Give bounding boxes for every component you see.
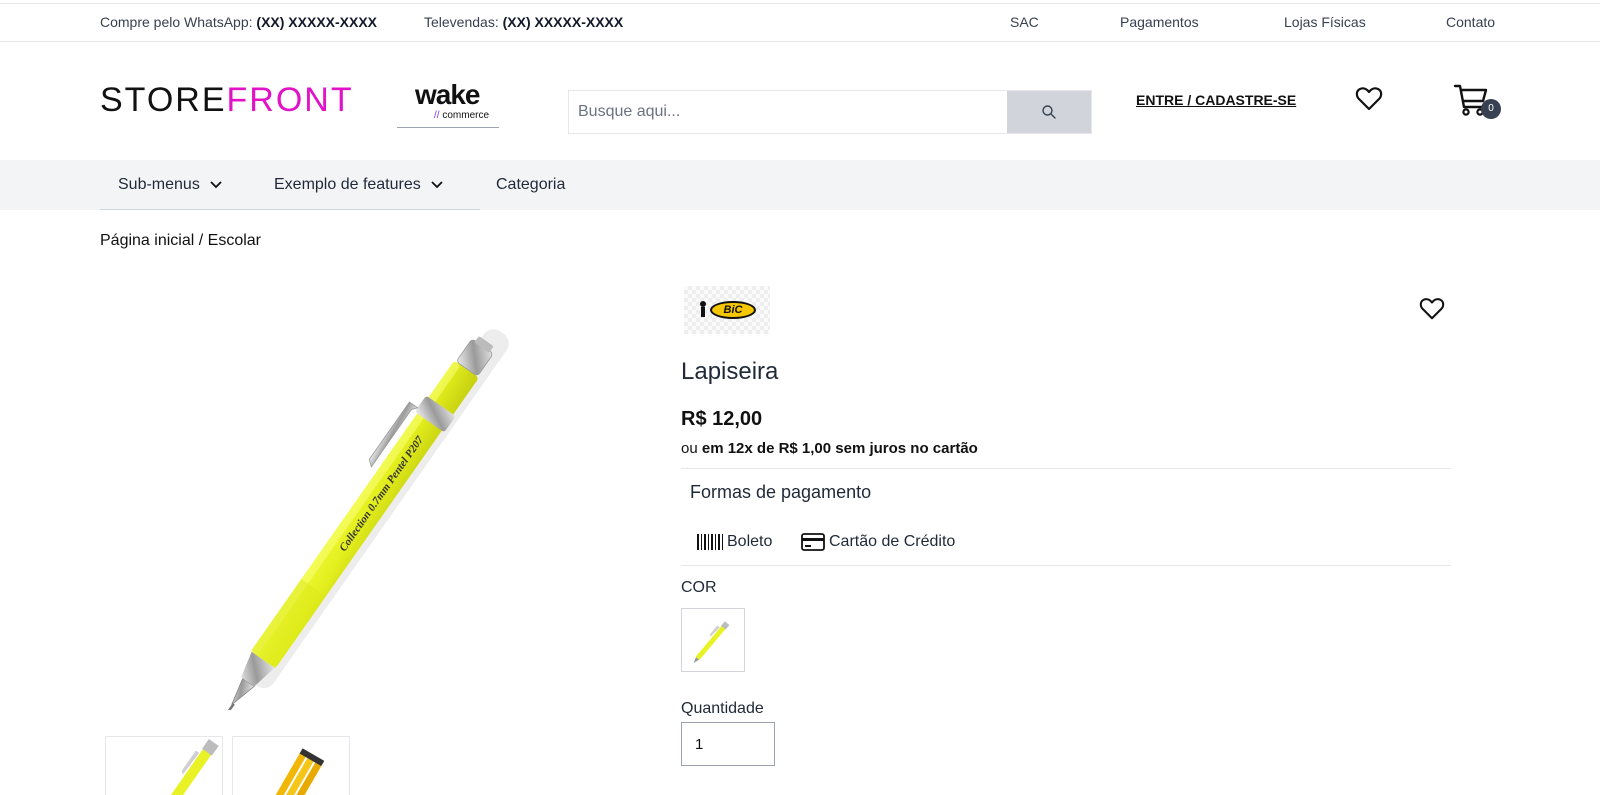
bic-boy-icon bbox=[700, 301, 706, 317]
wishlist-button[interactable] bbox=[1355, 86, 1383, 112]
search-icon bbox=[1042, 105, 1056, 119]
televendas-label: Televendas: bbox=[424, 14, 499, 30]
breadcrumb: Página inicial / Escolar bbox=[100, 232, 261, 250]
nav-item-sub-menus[interactable]: Sub-menus bbox=[118, 160, 222, 210]
product-favorite-button[interactable] bbox=[1419, 297, 1445, 321]
cart-button[interactable]: 0 bbox=[1453, 82, 1501, 119]
chevron-down-icon bbox=[431, 181, 443, 189]
breadcrumb-separator: / bbox=[198, 232, 204, 249]
top-link-sac[interactable]: SAC bbox=[1010, 4, 1039, 41]
logo-part-store: STORE bbox=[100, 81, 227, 119]
payment-method-label: Boleto bbox=[727, 533, 773, 550]
storefront-logo[interactable]: STOREFRONT bbox=[100, 82, 354, 118]
whatsapp-contact: Compre pelo WhatsApp: (XX) XXXXX-XXXX bbox=[100, 4, 377, 41]
search-bar bbox=[568, 90, 1092, 134]
nav-item-exemplo-de-features[interactable]: Exemplo de features bbox=[274, 160, 443, 210]
color-label: COR bbox=[681, 579, 717, 596]
bic-wordmark: BiC bbox=[710, 301, 756, 319]
nav-item-label: Sub-menus bbox=[118, 176, 200, 193]
payment-divider-top bbox=[681, 468, 1451, 469]
product-thumbnail-2[interactable] bbox=[232, 736, 350, 795]
color-swatch-yellow[interactable] bbox=[681, 608, 745, 672]
wake-commerce-logo: wake // commerce bbox=[397, 80, 499, 128]
installment-prefix: ou bbox=[681, 440, 698, 457]
product-installments: ou em 12x de R$ 1,00 sem juros no cartão bbox=[681, 440, 978, 457]
wake-logo-main: wake bbox=[415, 79, 480, 110]
whatsapp-label: Compre pelo WhatsApp: bbox=[100, 14, 253, 30]
breadcrumb-current: Escolar bbox=[207, 232, 261, 249]
breadcrumb-home[interactable]: Página inicial bbox=[100, 232, 194, 249]
brand-logo-bic[interactable]: BiC bbox=[684, 286, 770, 334]
televendas-contact: Televendas: (XX) XXXXX-XXXX bbox=[424, 4, 623, 41]
nav-underline bbox=[100, 209, 480, 210]
nav-item-label: Exemplo de features bbox=[274, 176, 421, 193]
header: STOREFRONT wake // commerce ENTRE / CADA… bbox=[0, 42, 1600, 160]
heart-icon bbox=[1419, 298, 1445, 320]
payment-methods-title: Formas de pagamento bbox=[690, 482, 872, 502]
whatsapp-number[interactable]: (XX) XXXXX-XXXX bbox=[256, 14, 377, 30]
installment-text: em 12x de R$ 1,00 sem juros no cartão bbox=[701, 440, 978, 457]
logo-part-front: FRONT bbox=[226, 81, 354, 119]
barcode-icon bbox=[697, 534, 723, 550]
swatch-pencil-image bbox=[693, 621, 730, 663]
payment-method-cartao: Cartão de Crédito bbox=[801, 532, 955, 552]
payment-divider-bottom bbox=[681, 565, 1451, 566]
top-bar: Compre pelo WhatsApp: (XX) XXXXX-XXXX Te… bbox=[0, 3, 1600, 42]
product-title: Lapiseira bbox=[681, 358, 779, 385]
nav-item-categoria[interactable]: Categoria bbox=[496, 160, 565, 210]
product-main-image[interactable]: Collection 0.7mm Pentel P207 bbox=[105, 290, 645, 717]
cart-count-badge: 0 bbox=[1481, 99, 1501, 119]
thumbnail-pencils-image bbox=[263, 748, 325, 795]
search-button[interactable] bbox=[1007, 91, 1091, 133]
chevron-down-icon bbox=[210, 181, 222, 189]
payment-method-label: Cartão de Crédito bbox=[829, 533, 956, 550]
wake-logo-slashes: // bbox=[434, 110, 440, 121]
top-link-lojas-fisicas[interactable]: Lojas Físicas bbox=[1284, 4, 1366, 41]
quantity-label: Quantidade bbox=[681, 700, 764, 717]
thumbnail-pencil-image bbox=[149, 738, 219, 795]
product-price: R$ 12,00 bbox=[681, 408, 763, 430]
main-nav: Sub-menus Exemplo de features Categoria bbox=[0, 160, 1600, 210]
televendas-number[interactable]: (XX) XXXXX-XXXX bbox=[503, 14, 624, 30]
nav-item-label: Categoria bbox=[496, 176, 566, 193]
wake-logo-sub: // commerce bbox=[434, 110, 489, 121]
credit-card-icon bbox=[801, 533, 825, 551]
heart-icon bbox=[1355, 87, 1383, 111]
wake-logo-commerce: commerce bbox=[442, 110, 490, 121]
mechanical-pencil-image: Collection 0.7mm Pentel P207 bbox=[224, 329, 509, 717]
product-thumbnail-1[interactable] bbox=[105, 736, 223, 795]
quantity-input[interactable] bbox=[681, 722, 775, 766]
top-link-pagamentos[interactable]: Pagamentos bbox=[1120, 4, 1199, 41]
payment-method-boleto: Boleto bbox=[697, 532, 772, 552]
search-input[interactable] bbox=[569, 91, 1007, 133]
login-link[interactable]: ENTRE / CADASTRE-SE bbox=[1136, 92, 1296, 108]
top-link-contato[interactable]: Contato bbox=[1446, 4, 1495, 41]
